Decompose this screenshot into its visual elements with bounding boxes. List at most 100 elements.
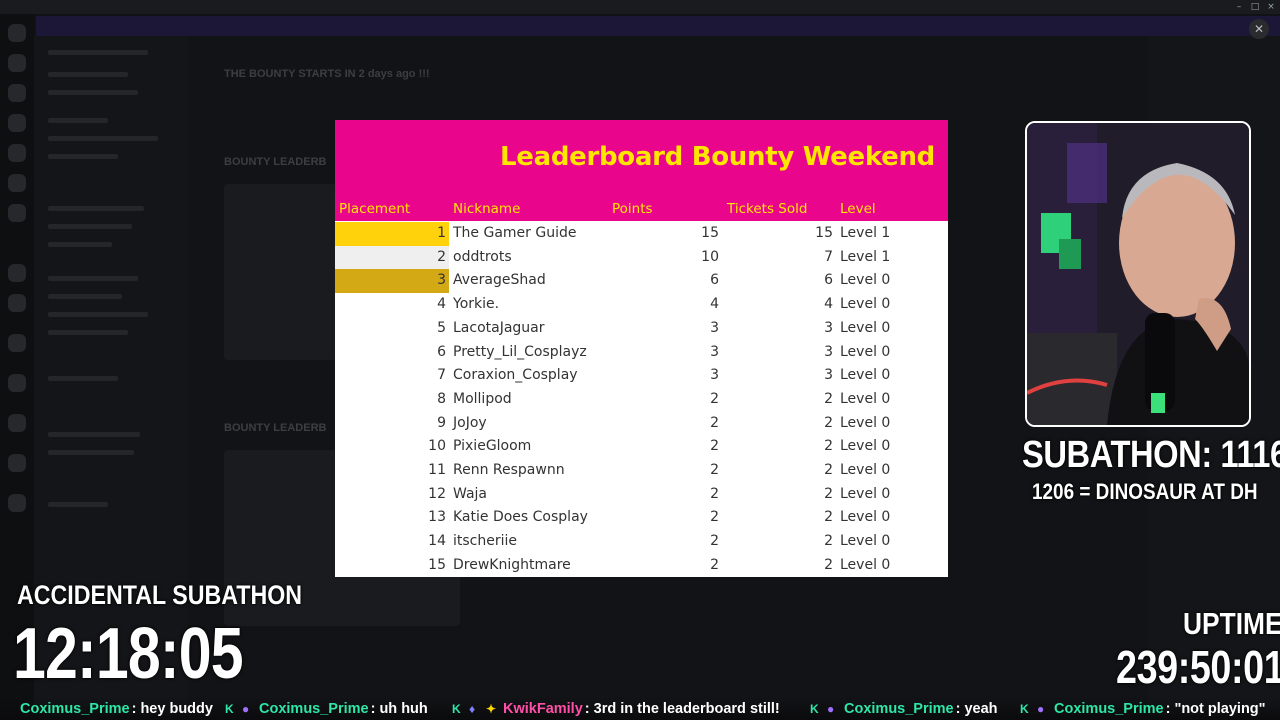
- placement-cell: 2: [335, 245, 449, 270]
- channel-item[interactable]: [48, 136, 158, 141]
- orb-badge-icon: ●: [1037, 702, 1045, 716]
- table-row: 12 Waja 2 2 Level 0: [335, 483, 948, 507]
- placement-cell: 9: [437, 414, 446, 431]
- channel-item[interactable]: [48, 376, 118, 381]
- column-header-nickname: Nickname: [453, 201, 521, 217]
- nickname-cell: PixieGloom: [453, 438, 532, 455]
- points-cell: 2: [710, 390, 719, 407]
- server-icon[interactable]: [8, 294, 26, 312]
- server-icon[interactable]: [8, 334, 26, 352]
- nickname-cell: itscheriie: [453, 533, 518, 550]
- server-icon[interactable]: [8, 54, 26, 72]
- tickets-cell: 3: [824, 319, 833, 336]
- tickets-cell: 3: [824, 367, 833, 384]
- server-icon[interactable]: [8, 84, 26, 102]
- server-icon[interactable]: [8, 264, 26, 282]
- channel-item[interactable]: [48, 312, 148, 317]
- placement-cell: 13: [428, 509, 446, 526]
- points-cell: 10: [701, 248, 719, 265]
- server-icon[interactable]: [8, 454, 26, 472]
- channel-item[interactable]: [48, 224, 132, 229]
- tickets-cell: 3: [824, 343, 833, 360]
- chat-message: K ♦ ✦ KwikFamily:3rd in the leaderboard sti…: [452, 701, 780, 717]
- channel-item[interactable]: [48, 502, 108, 507]
- placement-cell: 6: [437, 343, 446, 360]
- channel-item[interactable]: [48, 72, 128, 77]
- table-row: 4 Yorkie. 4 4 Level 0: [335, 293, 948, 317]
- streamer-silhouette: [1027, 123, 1249, 425]
- column-header-points: Points: [612, 201, 653, 217]
- tickets-cell: 2: [824, 509, 833, 526]
- server-icon[interactable]: [8, 24, 26, 42]
- level-cell: Level 0: [840, 509, 891, 526]
- channel-item[interactable]: [48, 432, 140, 437]
- server-icon[interactable]: [8, 494, 26, 512]
- points-cell: 2: [710, 556, 719, 573]
- channel-item[interactable]: [48, 90, 138, 95]
- chat-text: uh huh: [379, 701, 428, 717]
- channel-item[interactable]: [48, 450, 134, 455]
- placement-cell: 8: [437, 390, 446, 407]
- placement-cell: 10: [428, 438, 446, 455]
- tickets-cell: 7: [824, 248, 833, 265]
- channel-item[interactable]: [48, 242, 112, 247]
- nickname-cell: LacotaJaguar: [453, 319, 545, 336]
- level-cell: Level 1: [840, 248, 891, 265]
- channel-item[interactable]: [48, 206, 144, 211]
- server-icon[interactable]: [8, 374, 26, 392]
- table-row: 14 itscheriie 2 2 Level 0: [335, 530, 948, 554]
- notice-banner: [36, 16, 1280, 36]
- channel-item[interactable]: [48, 294, 122, 299]
- placement-cell: 11: [428, 462, 446, 478]
- placement-cell: 12: [428, 485, 446, 502]
- tickets-cell: 6: [824, 272, 833, 289]
- channel-item[interactable]: [48, 154, 118, 159]
- sparkle-badge-icon: ✦: [486, 702, 497, 716]
- server-icon[interactable]: [8, 174, 26, 192]
- chat-ticker: Coximus_Prime: hey buddy K ● Coximus_Prime:…: [0, 697, 1280, 720]
- channel-item[interactable]: [48, 50, 148, 55]
- level-cell: Level 0: [840, 343, 891, 360]
- chat-username: KwikFamily: [503, 701, 583, 717]
- placement-cell: 3: [335, 269, 449, 294]
- level-cell: Level 0: [840, 414, 891, 431]
- maximize-icon[interactable]: □: [1250, 2, 1260, 12]
- k-badge-icon: K: [452, 702, 461, 716]
- table-row: 9 JoJoy 2 2 Level 0: [335, 412, 948, 436]
- accidental-subathon-timer: 12:18:05: [13, 614, 244, 694]
- nickname-cell: Renn Respawnn: [453, 462, 565, 478]
- placement-cell: 4: [437, 296, 446, 313]
- channel-item[interactable]: [48, 118, 108, 123]
- server-icon[interactable]: [8, 114, 26, 132]
- window-close-icon[interactable]: ×: [1266, 2, 1276, 12]
- k-badge-icon: K: [225, 702, 234, 716]
- server-icon[interactable]: [8, 144, 26, 162]
- server-icon[interactable]: [8, 414, 26, 432]
- tickets-cell: 2: [824, 414, 833, 431]
- channel-item[interactable]: [48, 330, 128, 335]
- minimize-icon[interactable]: –: [1234, 2, 1244, 12]
- points-cell: 3: [710, 367, 719, 384]
- points-cell: 2: [710, 533, 719, 550]
- leaderboard-image-thumb[interactable]: [224, 184, 336, 360]
- channel-item[interactable]: [48, 276, 138, 281]
- table-row: 11 Renn Respawnn 2 2 Level 0: [335, 459, 948, 483]
- points-cell: 2: [710, 509, 719, 526]
- chat-message: Coximus_Prime: hey buddy: [20, 701, 213, 717]
- flame-badge-icon: ♦: [469, 702, 476, 716]
- nickname-cell: Coraxion_Cosplay: [453, 367, 578, 384]
- nickname-cell: Yorkie.: [453, 296, 500, 313]
- column-header-placement: Placement: [339, 201, 411, 217]
- table-row: 8 Mollipod 2 2 Level 0: [335, 388, 948, 412]
- server-icon[interactable]: [8, 204, 26, 222]
- chat-message: K ● Coximus_Prime: uh huh: [225, 701, 428, 717]
- level-cell: Level 0: [840, 390, 891, 407]
- tickets-cell: 2: [824, 438, 833, 455]
- placement-cell: 1: [335, 222, 449, 246]
- chat-text: 3rd in the leaderboard still!: [593, 701, 780, 717]
- close-icon[interactable]: ✕: [1249, 19, 1269, 39]
- leaderboard-heading: BOUNTY LEADERB: [224, 422, 327, 434]
- orb-badge-icon: ●: [827, 702, 835, 716]
- table-row: 3 AverageShad 6 6 Level 0: [335, 269, 948, 294]
- table-row: 6 Pretty_Lil_Cosplayz 3 3 Level 0: [335, 341, 948, 365]
